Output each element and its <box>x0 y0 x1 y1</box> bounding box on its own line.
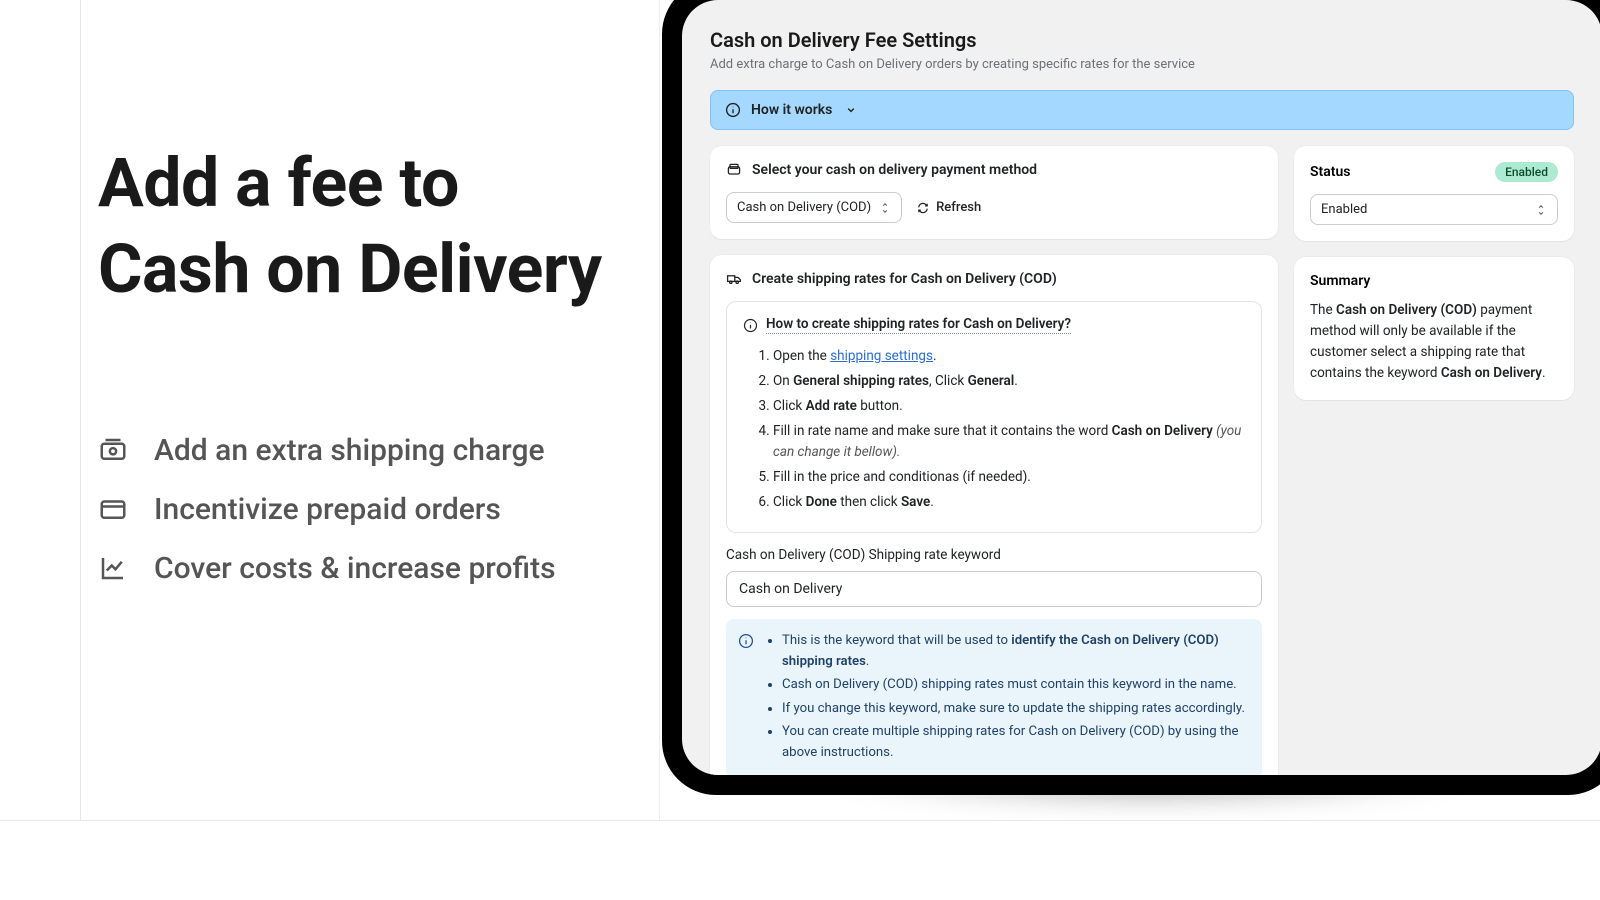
select-caret-icon <box>1535 204 1547 216</box>
info-item: Cash on Delivery (COD) shipping rates mu… <box>782 675 1248 695</box>
feature-item: Incentivize prepaid orders <box>98 492 629 527</box>
how-it-works-label: How it works <box>751 102 832 118</box>
info-list: This is the keyword that will be used to… <box>782 631 1248 766</box>
help-title: How to create shipping rates for Cash on… <box>743 316 1245 334</box>
shipping-rates-card: Create shipping rates for Cash on Delive… <box>710 255 1278 775</box>
keyword-info-box: This is the keyword that will be used to… <box>726 619 1262 775</box>
feature-text: Add an extra shipping charge <box>154 433 545 468</box>
card-icon <box>98 494 128 524</box>
step: On General shipping rates, Click General… <box>773 371 1245 392</box>
headline: Add a fee to Cash on Delivery <box>98 140 629 313</box>
select-value: Cash on Delivery (COD) <box>737 200 871 215</box>
refresh-button[interactable]: Refresh <box>916 200 981 215</box>
summary-text: The Cash on Delivery (COD) payment metho… <box>1310 300 1558 384</box>
status-label: Status <box>1310 164 1350 180</box>
instructions-box: How to create shipping rates for Cash on… <box>726 301 1262 533</box>
app-screen: Cash on Delivery Fee Settings Add extra … <box>682 0 1600 775</box>
feature-list: Add an extra shipping charge Incentivize… <box>98 433 629 586</box>
headline-line1: Add a fee to <box>98 143 459 223</box>
step: Fill in the price and conditionas (if ne… <box>773 467 1245 488</box>
shipping-settings-link[interactable]: shipping settings <box>830 348 933 364</box>
headline-line2: Cash on Delivery <box>98 229 602 309</box>
status-select[interactable]: Enabled <box>1310 194 1558 225</box>
summary-title: Summary <box>1310 273 1558 289</box>
marketing-panel: Add a fee to Cash on Delivery Add an ext… <box>0 0 660 820</box>
info-icon <box>738 633 754 649</box>
page-subtitle: Add extra charge to Cash on Delivery ord… <box>710 57 1600 72</box>
step: Click Add rate button. <box>773 396 1245 417</box>
step: Click Done then click Save. <box>773 492 1245 513</box>
tablet-frame: Cash on Delivery Fee Settings Add extra … <box>662 0 1600 795</box>
page-title: Cash on Delivery Fee Settings <box>710 28 1600 52</box>
info-item: You can create multiple shipping rates f… <box>782 722 1248 763</box>
card-title: Select your cash on delivery payment met… <box>752 162 1037 178</box>
wallet-icon <box>726 162 742 178</box>
step: Fill in rate name and make sure that it … <box>773 421 1245 463</box>
feature-text: Cover costs & increase profits <box>154 551 556 586</box>
how-it-works-toggle[interactable]: How it works <box>710 90 1574 130</box>
chevron-down-icon <box>844 103 858 117</box>
info-icon <box>725 102 741 118</box>
summary-card: Summary The Cash on Delivery (COD) payme… <box>1294 257 1574 400</box>
select-value: Enabled <box>1321 202 1367 217</box>
payment-method-select[interactable]: Cash on Delivery (COD) <box>726 192 902 223</box>
refresh-label: Refresh <box>936 200 981 215</box>
feature-text: Incentivize prepaid orders <box>154 492 501 527</box>
step: Open the shipping settings. <box>773 346 1245 367</box>
info-icon <box>743 318 758 333</box>
cash-icon <box>98 435 128 465</box>
status-badge: Enabled <box>1495 162 1558 182</box>
status-card: Status Enabled Enabled <box>1294 146 1574 241</box>
chart-icon <box>98 553 128 583</box>
card-title: Create shipping rates for Cash on Delive… <box>752 271 1057 287</box>
card-header: Create shipping rates for Cash on Delive… <box>726 271 1262 287</box>
keyword-input[interactable] <box>726 571 1262 607</box>
truck-icon <box>726 271 742 287</box>
horizontal-rule <box>0 820 1600 821</box>
info-item: If you change this keyword, make sure to… <box>782 699 1248 719</box>
card-header: Select your cash on delivery payment met… <box>726 162 1262 178</box>
feature-item: Add an extra shipping charge <box>98 433 629 468</box>
select-caret-icon <box>879 202 891 214</box>
steps-list: Open the shipping settings. On General s… <box>773 346 1245 512</box>
help-title-text: How to create shipping rates for Cash on… <box>766 316 1071 334</box>
refresh-icon <box>916 201 930 215</box>
payment-method-card: Select your cash on delivery payment met… <box>710 146 1278 239</box>
info-item: This is the keyword that will be used to… <box>782 631 1248 672</box>
feature-item: Cover costs & increase profits <box>98 551 629 586</box>
keyword-label: Cash on Delivery (COD) Shipping rate key… <box>726 547 1262 563</box>
